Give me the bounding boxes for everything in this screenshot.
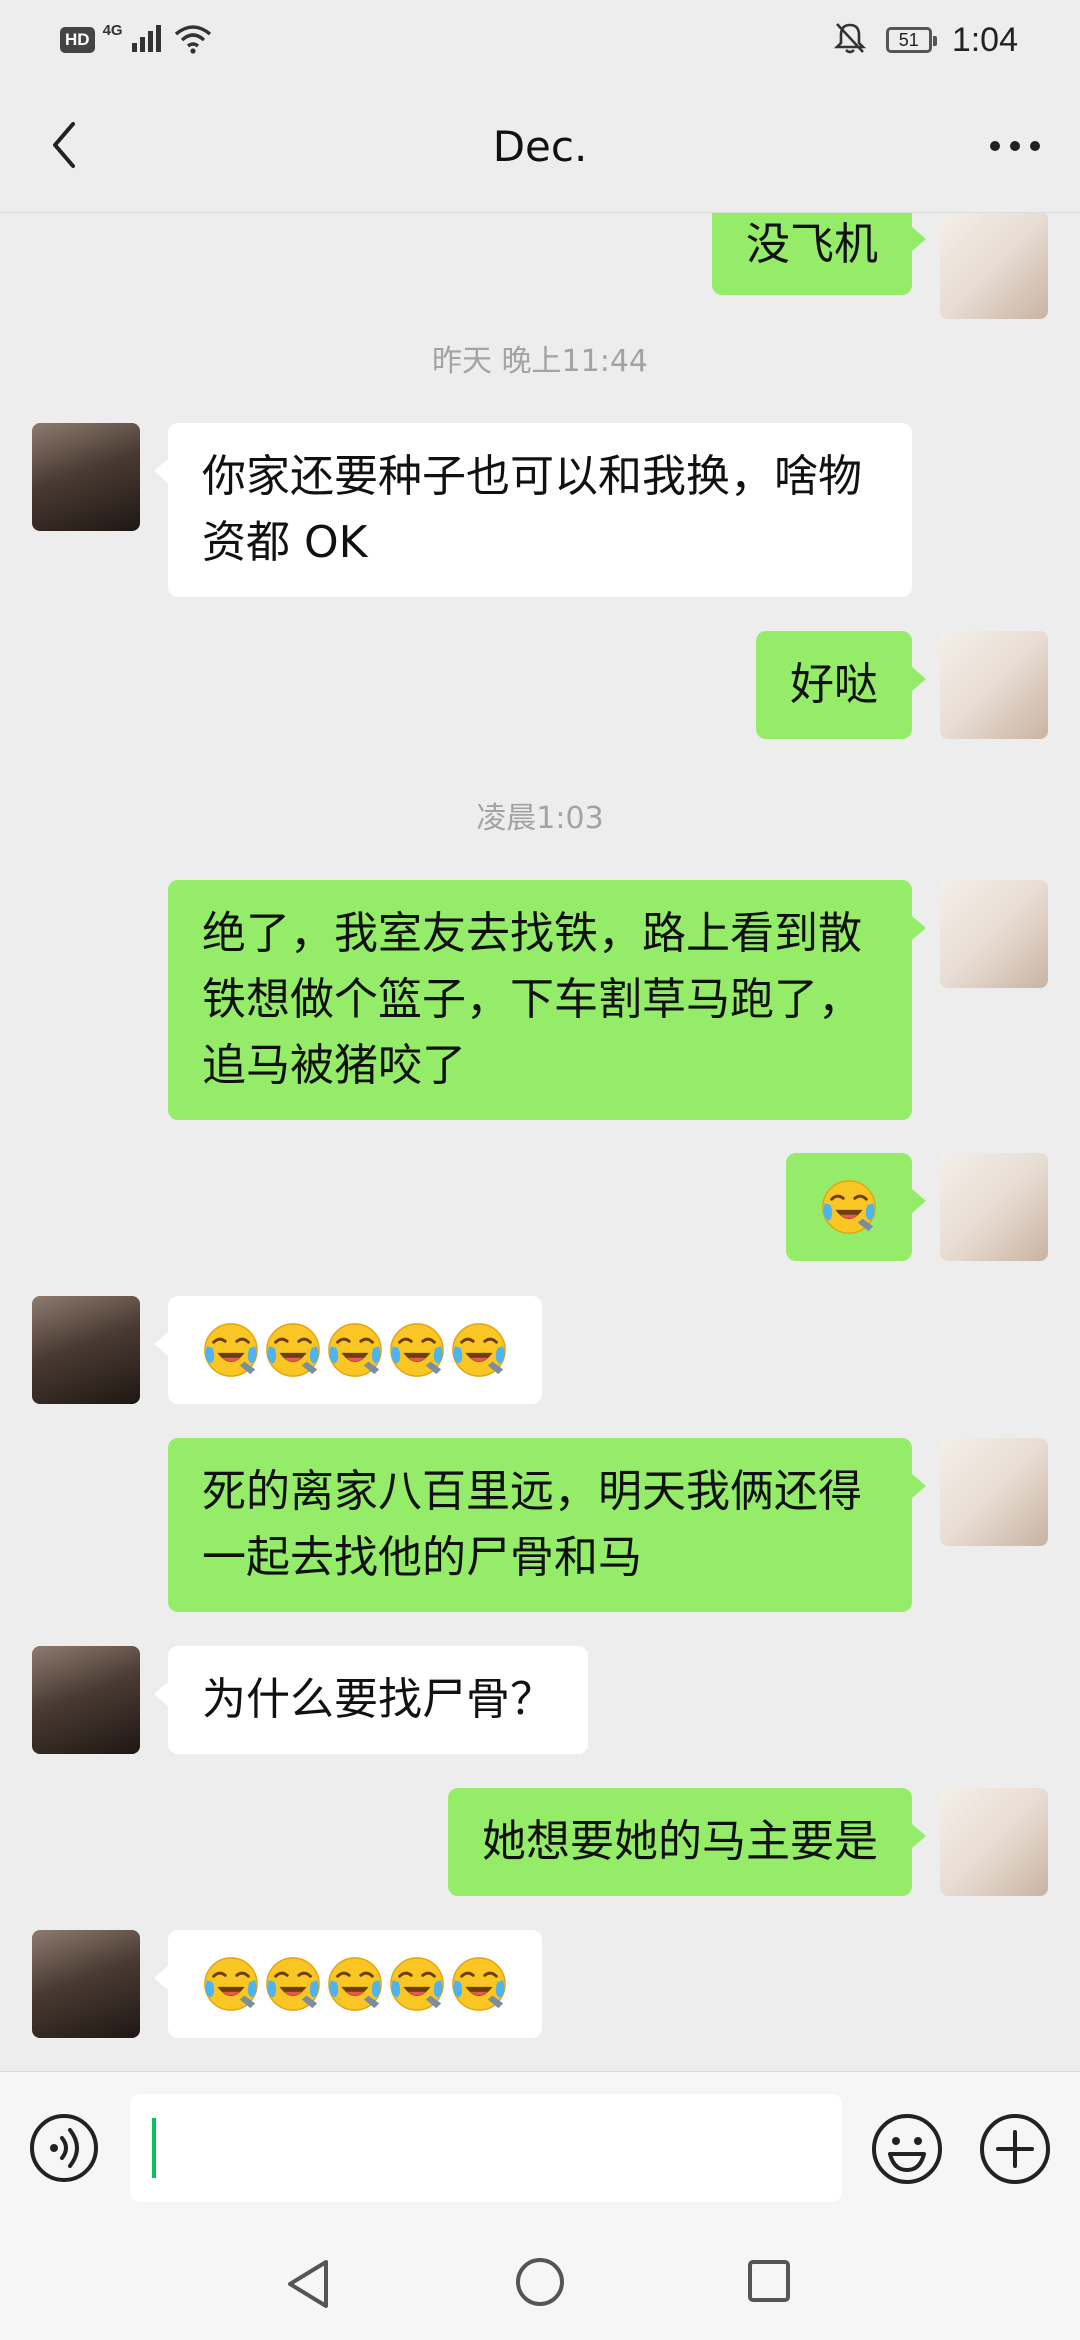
message-list[interactable]: 没飞机 昨天 晚上11:44 你家还要种子也可以和我换，啥物 资都 OK 好哒 …	[0, 213, 1080, 2071]
message-bubble-received[interactable]: 为什么要找尸骨？	[154, 1646, 588, 1754]
message-text-line: 资都 OK	[202, 517, 368, 568]
message-text: 好哒	[790, 659, 878, 710]
friend-avatar[interactable]	[32, 423, 140, 531]
emoji-button[interactable]	[870, 2112, 944, 2186]
message-bubble-sent[interactable]: 绝了，我室友去找铁，路上看到散 铁想做个篮子，下车割草马跑了， 追马被猪咬了	[168, 880, 926, 1120]
status-right: 51 1:04	[833, 18, 1018, 62]
loudly-crying-laughing-emoji	[450, 1955, 508, 2013]
more-button[interactable]	[980, 112, 1050, 182]
plus-icon	[980, 2114, 1050, 2184]
message-text-line: 绝了，我室友去找铁，路上看到散	[202, 908, 862, 959]
my-avatar[interactable]	[940, 213, 1048, 319]
message-timestamp: 凌晨1:03	[476, 801, 604, 836]
message-bubble-sent[interactable]: 死的离家八百里远，明天我俩还得 一起去找他的尸骨和马	[168, 1438, 926, 1612]
nav-home-icon	[516, 2258, 564, 2306]
nav-home-button[interactable]	[514, 2256, 566, 2308]
plus-button[interactable]	[978, 2112, 1052, 2186]
message-bubble-received[interactable]: 你家还要种子也可以和我换，啥物 资都 OK	[154, 423, 912, 597]
message-bubble-sent[interactable]: 好哒	[756, 631, 926, 739]
signal-icon	[131, 23, 165, 57]
nav-recent-button[interactable]	[746, 2258, 792, 2304]
my-avatar[interactable]	[940, 1788, 1048, 1896]
loudly-crying-laughing-emoji	[326, 1955, 384, 2013]
voice-button[interactable]	[28, 2112, 100, 2184]
my-avatar[interactable]	[940, 631, 1048, 739]
hd-badge: HD	[60, 27, 95, 53]
nav-recent-icon	[748, 2260, 790, 2302]
message-text: 她想要她的马主要是	[482, 1816, 878, 1867]
loudly-crying-laughing-emoji	[388, 1955, 446, 2013]
system-nav-bar	[0, 2226, 1080, 2340]
more-dots-icon	[988, 138, 1042, 157]
input-bar	[0, 2071, 1080, 2227]
status-time: 1:04	[951, 20, 1018, 59]
message-text-line: 追马被猪咬了	[202, 1040, 466, 1091]
wifi-icon	[173, 22, 213, 58]
message-text-line: 你家还要种子也可以和我换，啥物	[202, 451, 862, 502]
loudly-crying-laughing-emoji	[450, 1321, 508, 1379]
loudly-crying-laughing-emoji	[820, 1178, 878, 1236]
loudly-crying-laughing-emoji	[326, 1321, 384, 1379]
friend-avatar[interactable]	[32, 1930, 140, 2038]
loudly-crying-laughing-emoji	[202, 1321, 260, 1379]
title-bar: Dec.	[0, 82, 1080, 213]
message-bubble-received[interactable]	[154, 1930, 542, 2038]
message-input[interactable]	[130, 2094, 842, 2202]
my-avatar[interactable]	[940, 1153, 1048, 1261]
friend-avatar[interactable]	[32, 1646, 140, 1754]
message-bubble-sent[interactable]: 她想要她的马主要是	[448, 1788, 926, 1896]
message-text-line: 铁想做个篮子，下车割草马跑了，	[202, 974, 862, 1025]
message-text: 没飞机	[746, 219, 878, 270]
chat-title: Dec.	[492, 122, 588, 171]
network-type: 4G	[102, 22, 123, 39]
emoji-icon	[872, 2114, 942, 2184]
status-bar: HD 4G 51 1:04	[0, 0, 1080, 82]
friend-avatar[interactable]	[32, 1296, 140, 1404]
message-text: 为什么要找尸骨？	[202, 1674, 554, 1725]
my-avatar[interactable]	[940, 1438, 1048, 1546]
message-timestamp: 昨天 晚上11:44	[432, 344, 648, 379]
status-left: HD 4G	[60, 20, 213, 60]
my-avatar[interactable]	[940, 880, 1048, 988]
nav-back-icon	[288, 2260, 328, 2308]
message-text-line: 一起去找他的尸骨和马	[202, 1532, 642, 1583]
battery-indicator: 51	[885, 27, 937, 53]
message-bubble-sent[interactable]: 没飞机	[712, 213, 926, 295]
message-text-line: 死的离家八百里远，明天我俩还得	[202, 1466, 862, 1517]
loudly-crying-laughing-emoji	[388, 1321, 446, 1379]
message-bubble-received[interactable]	[154, 1296, 542, 1404]
voice-icon	[30, 2114, 98, 2182]
loudly-crying-laughing-emoji	[202, 1955, 260, 2013]
mute-bell-icon	[833, 21, 866, 59]
loudly-crying-laughing-emoji	[264, 1321, 322, 1379]
nav-back-button[interactable]	[282, 2256, 334, 2312]
text-cursor	[152, 2118, 156, 2178]
message-bubble-sent[interactable]	[786, 1153, 926, 1261]
loudly-crying-laughing-emoji	[264, 1955, 322, 2013]
